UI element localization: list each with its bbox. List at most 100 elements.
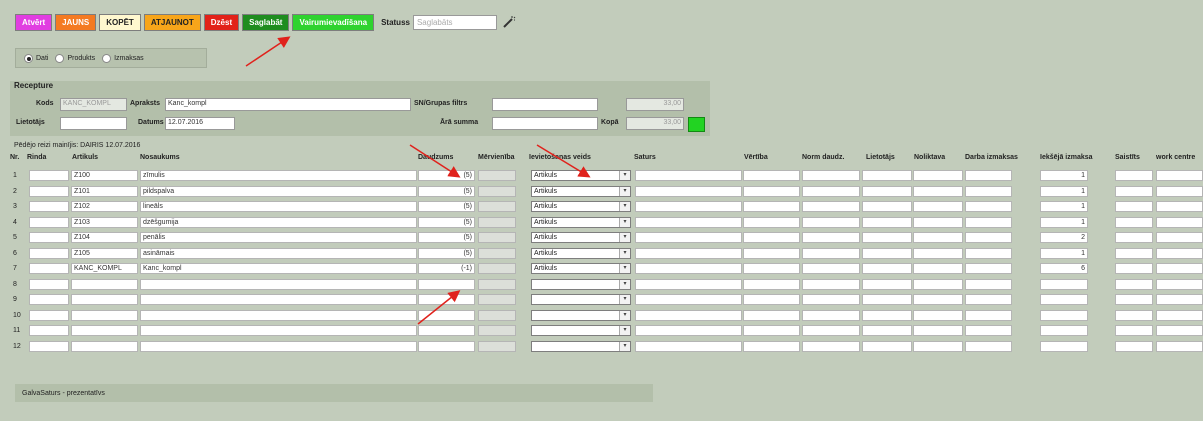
cell-iek[interactable]: 6 — [1040, 263, 1088, 274]
cell-empty[interactable] — [1156, 201, 1203, 212]
cell-empty[interactable] — [635, 170, 742, 181]
lietotajs-field[interactable] — [60, 117, 127, 130]
cell-empty[interactable] — [635, 216, 742, 228]
cell-daudzums[interactable]: (5) — [418, 232, 475, 243]
cell-empty[interactable] — [965, 325, 1012, 336]
chevron-down-icon[interactable]: ▾ — [619, 248, 630, 258]
toolbar-button-atvērt[interactable]: Atvērt — [15, 13, 53, 31]
cell-artikuls[interactable]: KANC_KOMPL — [71, 263, 138, 274]
cell-empty[interactable] — [965, 278, 1012, 290]
cell-empty[interactable] — [635, 294, 742, 305]
cell-iek[interactable]: 2 — [1040, 232, 1088, 243]
radio-icon[interactable] — [102, 53, 112, 63]
cell-empty[interactable] — [1156, 247, 1203, 259]
insert-type-select[interactable]: ▾ — [531, 294, 631, 305]
insert-type-select[interactable]: ▾ — [531, 278, 631, 290]
cell-empty[interactable] — [802, 247, 860, 259]
cell-empty[interactable] — [913, 309, 963, 321]
cell-empty[interactable] — [1156, 263, 1203, 274]
cell-empty[interactable] — [1115, 201, 1153, 212]
cell-daudzums[interactable]: (5) — [418, 247, 475, 259]
chevron-down-icon[interactable]: ▾ — [619, 233, 630, 242]
status-field[interactable]: Saglabāts — [412, 14, 497, 30]
cell-iek[interactable]: 1 — [1040, 201, 1088, 212]
insert-type-select[interactable]: ▾ — [531, 325, 631, 336]
cell-empty[interactable] — [965, 185, 1012, 197]
chevron-down-icon[interactable]: ▾ — [619, 326, 630, 335]
cell-daudzums[interactable] — [418, 278, 475, 290]
cell-empty[interactable] — [862, 309, 912, 321]
cell-daudzums[interactable] — [418, 325, 475, 336]
cell-empty[interactable] — [965, 309, 1012, 321]
cell-empty[interactable] — [1115, 216, 1153, 228]
insert-type-select[interactable]: Artikuls ▾ — [531, 216, 631, 228]
cell-empty[interactable] — [965, 170, 1012, 181]
insert-type-select[interactable]: Artikuls ▾ — [531, 201, 631, 212]
cell-artikuls[interactable] — [71, 278, 138, 290]
cell-empty[interactable] — [635, 232, 742, 243]
cell-empty[interactable] — [913, 263, 963, 274]
cell-empty[interactable] — [802, 185, 860, 197]
cell-empty[interactable] — [635, 278, 742, 290]
sn-filter-field[interactable] — [492, 98, 598, 111]
cell-empty[interactable] — [862, 232, 912, 243]
cell-artikuls[interactable]: Z104 — [71, 232, 138, 243]
cell-nosaukums[interactable]: Kanc_kompl — [140, 263, 417, 274]
cell-empty[interactable] — [635, 325, 742, 336]
chevron-down-icon[interactable]: ▾ — [619, 202, 630, 211]
cell-empty[interactable] — [743, 247, 800, 259]
chevron-down-icon[interactable]: ▾ — [619, 171, 630, 180]
cell-empty[interactable] — [1156, 170, 1203, 181]
cell-empty[interactable] — [1156, 185, 1203, 197]
cell-empty[interactable] — [965, 201, 1012, 212]
cell-daudzums[interactable]: (5) — [418, 201, 475, 212]
cell-empty[interactable] — [1156, 232, 1203, 243]
cell-empty[interactable] — [29, 232, 69, 243]
cell-empty[interactable] — [862, 201, 912, 212]
toolbar-button-saglabāt[interactable]: Saglabāt — [242, 13, 290, 31]
cell-empty[interactable] — [862, 294, 912, 305]
cell-iek[interactable]: 1 — [1040, 216, 1088, 228]
cell-empty[interactable] — [802, 232, 860, 243]
cell-empty[interactable] — [743, 340, 800, 352]
chevron-down-icon[interactable]: ▾ — [619, 186, 630, 196]
cell-empty[interactable] — [913, 325, 963, 336]
cell-nosaukums[interactable]: pildspalva — [140, 185, 417, 197]
cell-daudzums[interactable]: (5) — [418, 185, 475, 197]
cell-empty[interactable] — [913, 340, 963, 352]
toolbar-button-vairumievadīšana[interactable]: Vairumievadīšana — [292, 13, 375, 31]
radio-icon[interactable] — [24, 53, 33, 63]
insert-type-select[interactable]: Artikuls ▾ — [531, 263, 631, 274]
cell-empty[interactable] — [862, 325, 912, 336]
cell-empty[interactable] — [29, 247, 69, 259]
cell-empty[interactable] — [1156, 325, 1203, 336]
datums-field[interactable]: 12.07.2016 — [165, 117, 235, 130]
cell-nosaukums[interactable] — [140, 294, 417, 305]
cell-empty[interactable] — [862, 247, 912, 259]
cell-artikuls[interactable]: Z100 — [71, 170, 138, 181]
cell-empty[interactable] — [743, 294, 800, 305]
cell-empty[interactable] — [965, 232, 1012, 243]
cell-iek[interactable]: 1 — [1040, 247, 1088, 259]
cell-artikuls[interactable]: Z103 — [71, 216, 138, 228]
cell-empty[interactable] — [802, 325, 860, 336]
cell-nosaukums[interactable] — [140, 325, 417, 336]
cell-empty[interactable] — [743, 232, 800, 243]
chevron-down-icon[interactable]: ▾ — [619, 264, 630, 273]
cell-iek[interactable]: 1 — [1040, 185, 1088, 197]
cell-daudzums[interactable] — [418, 309, 475, 321]
chevron-down-icon[interactable]: ▾ — [619, 310, 630, 320]
cell-daudzums[interactable] — [418, 294, 475, 305]
ara-summa-field[interactable] — [492, 117, 598, 130]
cell-nosaukums[interactable] — [140, 340, 417, 352]
insert-type-select[interactable]: Artikuls ▾ — [531, 185, 631, 197]
cell-empty[interactable] — [635, 247, 742, 259]
toolbar-button-dzēst[interactable]: Dzēst — [203, 13, 240, 31]
green-action-button[interactable] — [688, 117, 705, 132]
cell-empty[interactable] — [965, 247, 1012, 259]
cell-artikuls[interactable]: Z101 — [71, 185, 138, 197]
cell-artikuls[interactable] — [71, 294, 138, 305]
cell-empty[interactable] — [862, 170, 912, 181]
cell-empty[interactable] — [802, 309, 860, 321]
cell-empty[interactable] — [1156, 216, 1203, 228]
